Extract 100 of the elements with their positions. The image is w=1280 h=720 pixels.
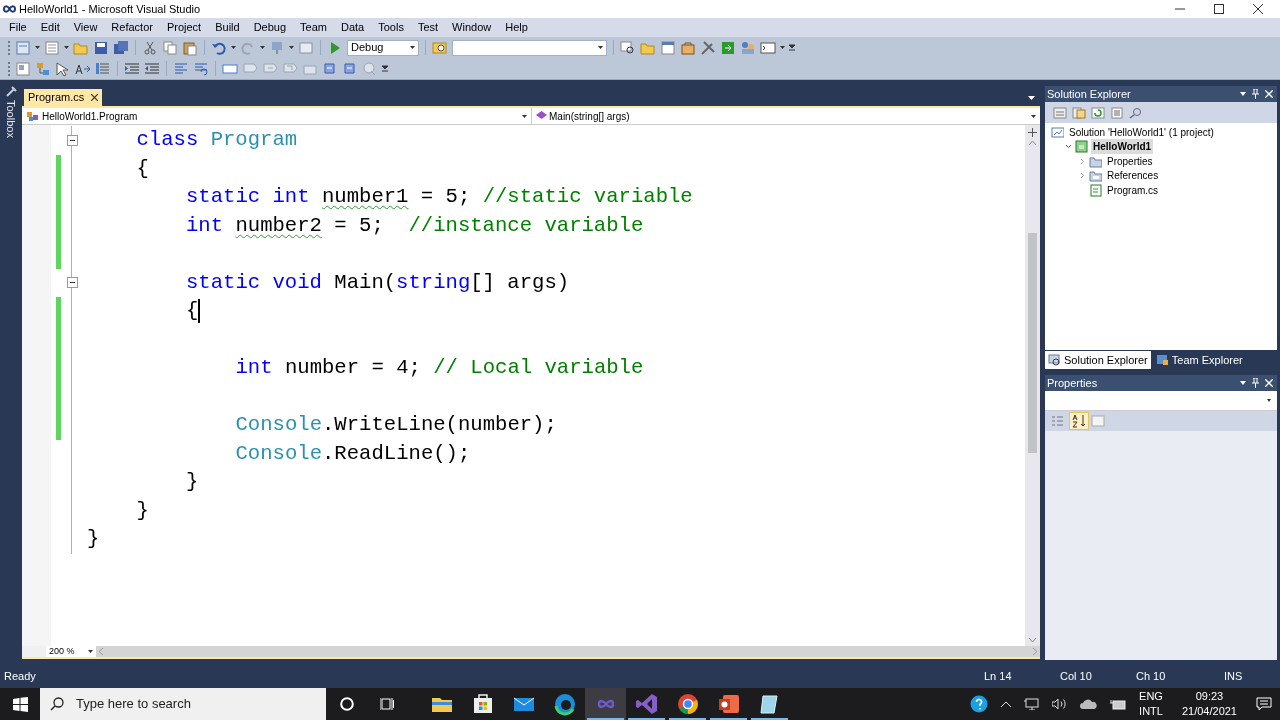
help-icon[interactable] xyxy=(970,695,989,713)
close-icon[interactable] xyxy=(1253,4,1263,14)
monitor-icon[interactable] xyxy=(1024,698,1040,710)
caret-icon[interactable] xyxy=(289,46,294,49)
outdent-icon[interactable] xyxy=(144,60,160,77)
window-title: HelloWorld1 - Microsoft Visual Studio xyxy=(19,1,201,17)
browser-swirl-icon xyxy=(552,692,577,716)
cut-icon[interactable] xyxy=(142,39,158,56)
tree-item[interactable]: HelloWorld1 xyxy=(1091,139,1154,155)
files-icon[interactable] xyxy=(1072,106,1086,119)
overflow-icon[interactable] xyxy=(382,64,388,73)
menu-item[interactable]: Team xyxy=(293,19,334,36)
collapse-icon[interactable] xyxy=(66,277,78,289)
zoom-dropdown[interactable]: 200 % xyxy=(46,646,96,657)
code-warning: number2 xyxy=(235,212,322,239)
chevron-up-icon[interactable] xyxy=(1001,701,1012,707)
console-icon[interactable] xyxy=(760,39,776,56)
caret-icon[interactable] xyxy=(780,46,785,49)
dropdown-icon[interactable] xyxy=(1240,381,1246,385)
search-field[interactable]: Type here to search xyxy=(40,688,326,720)
copy-icon[interactable] xyxy=(162,39,178,56)
vertical-scrollbar[interactable] xyxy=(1025,125,1040,646)
tree-item[interactable]: Solution 'HelloWorld1' (1 project) xyxy=(1067,124,1216,140)
code-text: } xyxy=(87,526,100,552)
maximize-icon[interactable] xyxy=(1214,4,1224,14)
find-in-files-icon[interactable] xyxy=(620,39,636,56)
clock-time[interactable]: 09:23 xyxy=(1195,689,1224,704)
menu-item[interactable]: Help xyxy=(498,19,535,36)
menu-item[interactable]: Window xyxy=(445,19,499,36)
menu-item[interactable]: Tools xyxy=(371,19,411,36)
menu-item[interactable]: Data xyxy=(334,19,372,36)
indent-icon[interactable] xyxy=(124,60,140,77)
pin-icon[interactable] xyxy=(1252,378,1259,388)
pin-icon[interactable] xyxy=(1252,89,1259,99)
panel-tab[interactable]: Team Explorer xyxy=(1152,351,1246,369)
view-code-icon[interactable] xyxy=(1110,106,1124,119)
split-icon[interactable] xyxy=(1028,128,1037,137)
caret-icon[interactable] xyxy=(410,46,415,49)
next-in-folder-icon[interactable] xyxy=(342,60,358,77)
windows-logo-icon[interactable] xyxy=(12,696,28,712)
uncomment-icon[interactable] xyxy=(193,60,209,77)
overflow-icon[interactable] xyxy=(789,43,795,52)
line-number: Ln 14 xyxy=(984,669,1013,685)
window-list-icon[interactable] xyxy=(660,39,676,56)
select-icon[interactable] xyxy=(55,60,71,77)
alphabetical-button[interactable] xyxy=(1069,412,1089,430)
menu-item[interactable]: View xyxy=(66,19,105,36)
chevron-down-icon[interactable] xyxy=(1065,144,1072,150)
chevron-right-icon[interactable] xyxy=(1079,157,1086,165)
find-icon[interactable] xyxy=(432,39,448,56)
tree-item[interactable]: Program.cs xyxy=(1105,182,1161,198)
refresh-icon[interactable] xyxy=(1091,106,1105,119)
menu-item[interactable]: Refactor xyxy=(104,19,160,36)
menu-item[interactable]: Test xyxy=(410,19,446,36)
task-view-icon[interactable] xyxy=(380,697,394,711)
caret-icon[interactable] xyxy=(231,46,236,49)
battery-icon[interactable] xyxy=(1110,698,1127,710)
caret-icon[interactable] xyxy=(260,46,265,49)
previous-in-folder-icon[interactable] xyxy=(322,60,338,77)
menu-item[interactable]: File xyxy=(2,19,34,36)
member-dropdown[interactable]: Main(string[] args) xyxy=(532,108,1040,124)
menu-item[interactable]: Edit xyxy=(33,19,67,36)
save-icon[interactable] xyxy=(93,39,109,56)
menu-item[interactable]: Build xyxy=(208,19,247,36)
editor-tab[interactable]: Program.cs xyxy=(24,89,103,106)
caret-icon[interactable] xyxy=(35,46,40,49)
properties-icon[interactable] xyxy=(1053,106,1067,119)
class-view-icon[interactable] xyxy=(15,60,31,77)
type-dropdown[interactable]: HelloWorld1.Program xyxy=(22,108,532,124)
input-language[interactable]: ENG xyxy=(1139,689,1163,704)
panel-tab[interactable]: Solution Explorer xyxy=(1045,351,1151,369)
class-diagram-icon[interactable] xyxy=(1129,106,1143,119)
save-all-icon[interactable] xyxy=(113,39,129,56)
caret-icon[interactable] xyxy=(598,46,603,49)
configuration-dropdown[interactable]: Debug xyxy=(347,39,419,56)
code-text: = 5; xyxy=(419,184,472,210)
speaker-icon[interactable] xyxy=(1052,698,1068,710)
scrollbar-thumb[interactable] xyxy=(1028,233,1037,453)
tree-item[interactable]: Properties xyxy=(1105,153,1155,169)
clock-date[interactable]: 21/04/2021 xyxy=(1181,704,1237,719)
menu-item[interactable]: Debug xyxy=(246,19,294,36)
collapse-icon[interactable] xyxy=(66,134,78,146)
dropdown-icon[interactable] xyxy=(1240,92,1246,96)
cloud-icon[interactable] xyxy=(1080,699,1098,709)
exit-icon[interactable] xyxy=(720,39,736,56)
keyboard-layout[interactable]: INTL xyxy=(1139,704,1163,719)
dropdown-icon[interactable] xyxy=(1028,96,1035,100)
caret-icon[interactable] xyxy=(64,46,69,49)
menu-item[interactable]: Project xyxy=(159,19,209,36)
notification-icon[interactable] xyxy=(1256,697,1272,711)
people-icon[interactable] xyxy=(740,39,756,56)
toolbox-icon[interactable] xyxy=(680,39,696,56)
paste-icon[interactable] xyxy=(182,39,198,56)
close-icon[interactable] xyxy=(91,94,99,101)
code-comment: //static variable xyxy=(482,184,693,210)
tree-item[interactable]: References xyxy=(1105,168,1161,184)
toolbox-tab[interactable]: Toolbox xyxy=(2,100,20,138)
chevron-right-icon[interactable] xyxy=(1079,172,1086,180)
circle-icon[interactable] xyxy=(340,697,354,711)
wrench-icon[interactable] xyxy=(5,86,17,98)
